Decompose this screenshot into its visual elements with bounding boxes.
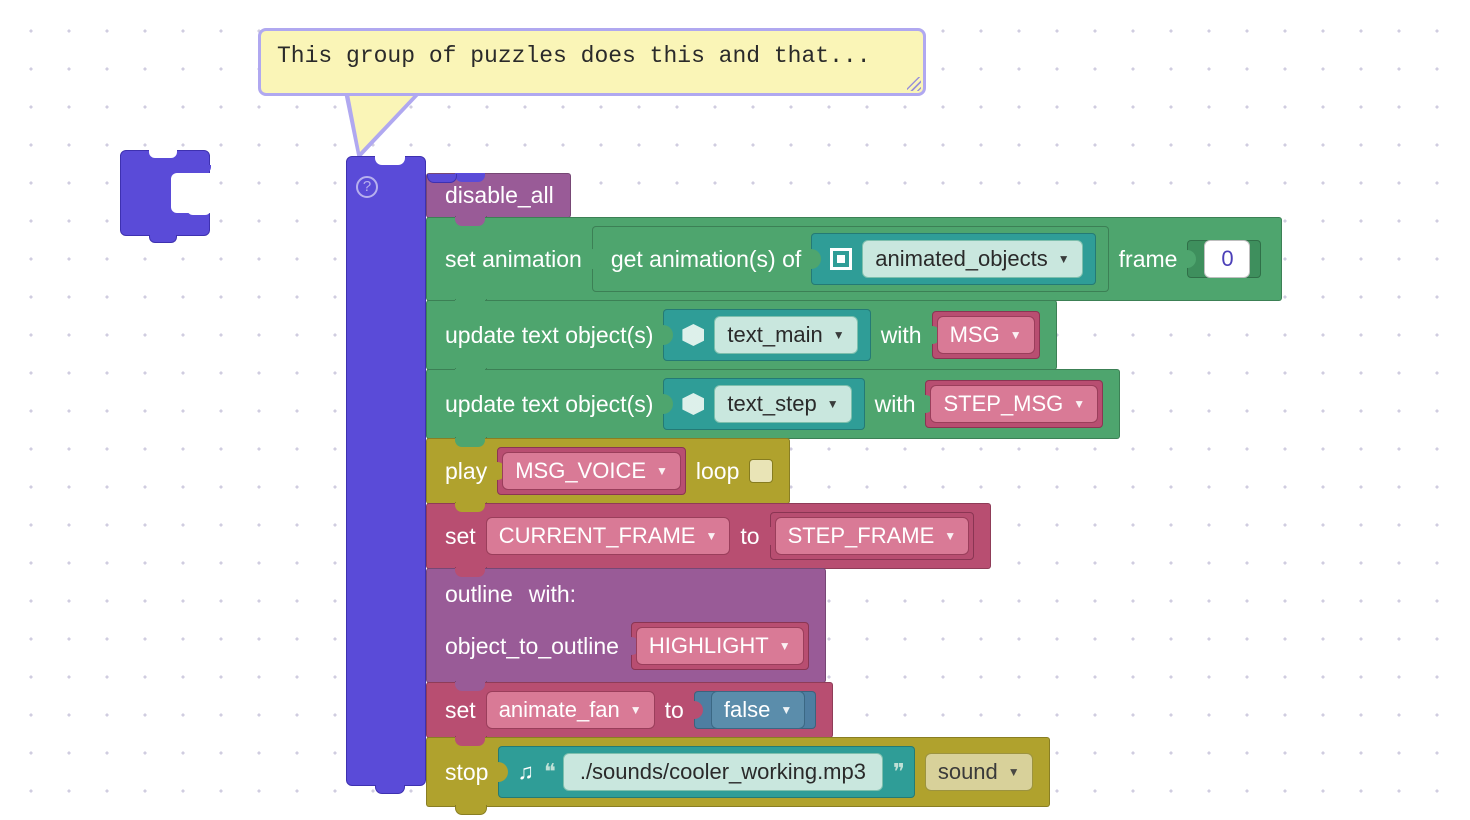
label: set: [445, 697, 476, 724]
block-update-text-step[interactable]: update text object(s) text_step▼ with ST…: [426, 369, 1120, 439]
dropdown-var-animate-fan[interactable]: animate_fan▼: [486, 691, 655, 729]
chevron-down-icon: ▼: [944, 529, 956, 543]
dropdown-var-step-frame[interactable]: STEP_FRAME▼: [775, 517, 970, 555]
music-note-icon: ♫: [517, 759, 534, 785]
block-outline[interactable]: outline with: object_to_outline HIGHLIGH…: [426, 568, 826, 683]
dropdown-text-step[interactable]: text_step▼: [714, 385, 851, 423]
dropdown-bool-false[interactable]: false▼: [711, 691, 805, 729]
main-c-block[interactable]: [346, 156, 426, 786]
cube-icon: [682, 393, 704, 415]
chevron-down-icon: ▼: [1010, 328, 1022, 342]
dropdown-var-current-frame[interactable]: CURRENT_FRAME▼: [486, 517, 731, 555]
checkbox-loop[interactable]: [749, 459, 773, 483]
label: update text object(s): [445, 391, 653, 418]
label: outline: [445, 581, 513, 608]
chevron-down-icon: ▼: [827, 397, 839, 411]
chevron-down-icon: ▼: [1008, 765, 1020, 779]
target-icon: [830, 248, 852, 270]
slot-var-msgvoice[interactable]: MSG_VOICE▼: [497, 447, 686, 495]
label: loop: [696, 458, 739, 485]
slot-text-object[interactable]: text_main▼: [663, 309, 870, 361]
slot-text-object[interactable]: text_step▼: [663, 378, 864, 430]
label: to: [665, 697, 684, 724]
slot-var-highlight[interactable]: HIGHLIGHT▼: [631, 622, 809, 670]
block-update-text-main[interactable]: update text object(s) text_main▼ with MS…: [426, 300, 1057, 370]
label: with:: [529, 581, 576, 608]
chevron-down-icon: ▼: [705, 529, 717, 543]
chevron-down-icon: ▼: [630, 703, 642, 717]
chevron-down-icon: ▼: [780, 703, 792, 717]
dropdown-var-highlight[interactable]: HIGHLIGHT▼: [636, 627, 804, 665]
input-frame[interactable]: 0: [1204, 240, 1250, 278]
close-quote-icon: ❞: [893, 759, 902, 785]
chevron-down-icon: ▼: [656, 464, 668, 478]
cube-icon: [682, 324, 704, 346]
slot-bool[interactable]: false▼: [694, 691, 816, 729]
dropdown-var-stepmsg[interactable]: STEP_MSG▼: [930, 385, 1098, 423]
slot-frame-value[interactable]: 0: [1187, 240, 1261, 278]
slot-sound-path[interactable]: ♫ ❝ ./sounds/cooler_working.mp3 ❞: [498, 746, 914, 798]
slot-var-stepmsg[interactable]: STEP_MSG▼: [925, 380, 1103, 428]
label: stop: [445, 759, 488, 786]
label: with: [875, 391, 916, 418]
empty-c-block[interactable]: [120, 150, 210, 236]
chevron-down-icon: ▼: [1058, 252, 1070, 266]
comment-tail: [344, 92, 422, 160]
block-play-sound[interactable]: play MSG_VOICE▼ loop: [426, 438, 790, 504]
dropdown-sound[interactable]: sound▼: [925, 753, 1033, 791]
chevron-down-icon: ▼: [779, 639, 791, 653]
comment-text[interactable]: This group of puzzles does this and that…: [277, 43, 871, 69]
block-stop-sound[interactable]: stop ♫ ❝ ./sounds/cooler_working.mp3 ❞ s…: [426, 737, 1050, 807]
slot-get-animations[interactable]: get animation(s) of animated_objects▼: [592, 226, 1109, 292]
label: with: [881, 322, 922, 349]
slot-var-step-frame[interactable]: STEP_FRAME▼: [770, 512, 975, 560]
dropdown-var-msgvoice[interactable]: MSG_VOICE▼: [502, 452, 681, 490]
chevron-down-icon: ▼: [833, 328, 845, 342]
label: set: [445, 523, 476, 550]
help-icon[interactable]: ?: [356, 176, 378, 198]
comment-bubble[interactable]: This group of puzzles does this and that…: [258, 28, 926, 96]
chevron-down-icon: ▼: [1073, 397, 1085, 411]
slot-object[interactable]: animated_objects▼: [811, 233, 1095, 285]
block-stack: disable_all set animation get animation(…: [426, 174, 1282, 807]
dropdown-text-main[interactable]: text_main▼: [714, 316, 857, 354]
label: to: [740, 523, 759, 550]
label: update text object(s): [445, 322, 653, 349]
text-sound-path[interactable]: ./sounds/cooler_working.mp3: [563, 753, 883, 791]
label: object_to_outline: [445, 633, 619, 660]
label: disable_all: [445, 182, 554, 209]
label: play: [445, 458, 487, 485]
open-quote-icon: ❝: [544, 759, 553, 785]
slot-var-msg[interactable]: MSG▼: [932, 311, 1040, 359]
dropdown-animated-objects[interactable]: animated_objects▼: [862, 240, 1082, 278]
label: get animation(s) of: [611, 246, 801, 273]
block-set-var-animate-fan[interactable]: set animate_fan▼ to false▼: [426, 682, 833, 738]
resize-handle-icon[interactable]: [907, 77, 921, 91]
block-set-animation[interactable]: set animation get animation(s) of animat…: [426, 217, 1282, 301]
block-set-var-current-frame[interactable]: set CURRENT_FRAME▼ to STEP_FRAME▼: [426, 503, 991, 569]
dropdown-var-msg[interactable]: MSG▼: [937, 316, 1035, 354]
label: set animation: [445, 246, 582, 273]
label: frame: [1119, 246, 1178, 273]
